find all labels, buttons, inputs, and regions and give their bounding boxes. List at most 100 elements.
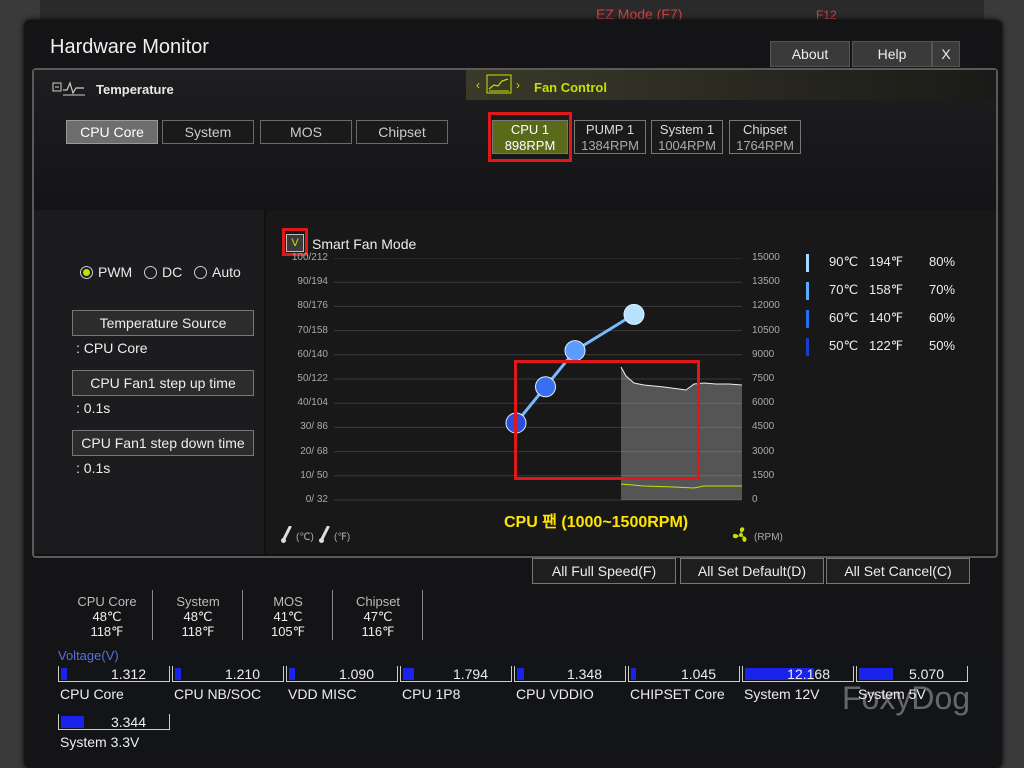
y-right-tick-label: 7500 <box>752 373 775 384</box>
divider <box>422 590 423 640</box>
fan-control-header: Fan Control <box>534 80 607 95</box>
temp-source-system[interactable]: System <box>162 120 254 144</box>
unit-rpm: (RPM) <box>754 532 783 543</box>
temperature-source-value: : CPU Core <box>76 340 148 356</box>
temp-summary-cpu-core: CPU Core 48℃ 118℉ <box>66 594 148 639</box>
fan-icon <box>732 526 750 549</box>
temp-f: 118℉ <box>90 624 124 639</box>
help-button[interactable]: Help <box>852 41 932 67</box>
temp-name: System <box>176 594 220 609</box>
temp-source-cpu-core[interactable]: CPU Core <box>66 120 158 144</box>
legend-percent: 80% <box>929 254 956 269</box>
y-right-tick-label: 13500 <box>752 276 780 288</box>
about-button[interactable]: About <box>770 41 850 67</box>
legend-celsius: 90℃ <box>829 254 859 269</box>
fan-rpm: 1004RPM <box>658 138 716 153</box>
voltage-item: 1.794 CPU 1P8 <box>400 666 512 708</box>
voltage-item: 1.312 CPU Core <box>58 666 170 708</box>
fan-chipset-button[interactable]: Chipset 1764RPM <box>729 120 801 154</box>
legend-fahrenheit: 158℉ <box>869 282 904 297</box>
y-left-tick-label: 100/212 <box>291 252 328 263</box>
highlight-box <box>514 360 700 480</box>
voltage-name: System 3.3V <box>60 734 140 750</box>
y-left-tick-label: 20/ 68 <box>300 445 328 457</box>
mode-auto-radio[interactable]: Auto <box>194 264 241 280</box>
voltage-bar-fill <box>631 668 636 680</box>
fan-curve-point[interactable] <box>564 340 586 362</box>
legend-row: 50℃ 122℉ 50% <box>806 338 955 356</box>
temperature-source-button[interactable]: Temperature Source <box>72 310 254 336</box>
legend-fahrenheit: 194℉ <box>869 254 904 269</box>
step-up-time-button[interactable]: CPU Fan1 step up time <box>72 370 254 396</box>
divider <box>152 590 153 640</box>
voltage-name: VDD MISC <box>288 686 357 702</box>
temp-source-chipset[interactable]: Chipset <box>356 120 448 144</box>
legend-row: 60℃ 140℉ 60% <box>806 310 955 328</box>
voltage-bar-fill <box>517 668 524 680</box>
fan-settings-pane: PWM DC Auto Temperature Source : CPU Cor… <box>34 210 264 554</box>
y-left-tick-label: 50/122 <box>297 373 328 384</box>
fan-name: PUMP 1 <box>585 122 635 137</box>
fan-pump1-button[interactable]: PUMP 1 1384RPM <box>574 120 646 154</box>
fan-name: System 1 <box>659 122 715 137</box>
voltage-name: CPU VDDIO <box>516 686 594 702</box>
monitor-panel: Temperature CPU Core System MOS Chipset … <box>32 68 998 558</box>
y-left-tick-label: 70/158 <box>297 324 328 336</box>
voltage-item: 12.168 System 12V <box>742 666 854 708</box>
mode-dc-radio[interactable]: DC <box>144 264 182 280</box>
smart-fan-label: Smart Fan Mode <box>312 236 417 252</box>
all-full-speed-button[interactable]: All Full Speed(F) <box>532 558 676 584</box>
all-set-default-button[interactable]: All Set Default(D) <box>680 558 824 584</box>
temp-source-mos[interactable]: MOS <box>260 120 352 144</box>
close-button[interactable]: X <box>932 41 960 67</box>
temperature-icon <box>52 80 86 96</box>
temp-summary-mos: MOS 41℃ 105℉ <box>248 594 328 639</box>
y-left-tick-label: 90/194 <box>297 276 328 288</box>
y-left-tick-label: 60/140 <box>297 348 328 360</box>
chevron-right-icon[interactable]: › <box>516 78 520 92</box>
legend-percent: 50% <box>929 338 956 353</box>
y-left-tick-label: 80/176 <box>297 300 328 312</box>
voltage-bar-fill <box>61 668 67 680</box>
legend-celsius: 70℃ <box>829 282 859 297</box>
temp-name: MOS <box>273 594 303 609</box>
fan-rpm: 1384RPM <box>581 138 639 153</box>
voltage-name: System 12V <box>744 686 820 702</box>
highlight-box <box>488 112 572 162</box>
voltage-bar-fill <box>289 668 295 680</box>
unit-fahrenheit: (℉) <box>334 532 351 543</box>
fan-rpm: 1764RPM <box>736 138 794 153</box>
fan-system1-button[interactable]: System 1 1004RPM <box>651 120 723 154</box>
legend-row: 70℃ 158℉ 70% <box>806 282 955 300</box>
fan-control-tab[interactable]: ‹ › Fan Control <box>466 70 996 100</box>
y-left-tick-label: 30/ 86 <box>300 421 328 433</box>
temp-c: 41℃ <box>273 609 303 624</box>
step-down-time-button[interactable]: CPU Fan1 step down time <box>72 430 254 456</box>
legend-celsius: 60℃ <box>829 310 859 325</box>
legend-celsius: 50℃ <box>829 338 859 353</box>
legend-swatch <box>806 282 809 300</box>
y-right-tick-label: 12000 <box>752 300 780 312</box>
y-right-tick-label: 9000 <box>752 348 775 360</box>
voltage-name: CPU NB/SOC <box>174 686 262 702</box>
legend-fahrenheit: 122℉ <box>869 338 904 353</box>
voltage-value: 1.348 <box>566 666 602 682</box>
radio-label: Auto <box>212 264 241 280</box>
y-right-tick-label: 10500 <box>752 324 780 336</box>
fan-curve-point[interactable] <box>623 303 645 325</box>
thermometer-icon <box>280 525 294 549</box>
voltage-value: 1.312 <box>110 666 146 682</box>
fan-chart-icon <box>486 74 512 99</box>
fan-name: Chipset <box>742 122 788 137</box>
voltage-bar-fill <box>859 668 893 680</box>
mode-pwm-radio[interactable]: PWM <box>80 264 132 280</box>
voltage-name: CPU Core <box>60 686 124 702</box>
voltage-bar-fill <box>403 668 414 680</box>
legend-row: 90℃ 194℉ 80% <box>806 254 955 272</box>
radio-label: DC <box>162 264 183 280</box>
voltage-value: 1.210 <box>224 666 260 682</box>
y-right-tick-label: 15000 <box>752 252 780 263</box>
legend-fahrenheit: 140℉ <box>869 310 904 325</box>
chevron-left-icon[interactable]: ‹ <box>476 78 480 92</box>
all-set-cancel-button[interactable]: All Set Cancel(C) <box>826 558 970 584</box>
